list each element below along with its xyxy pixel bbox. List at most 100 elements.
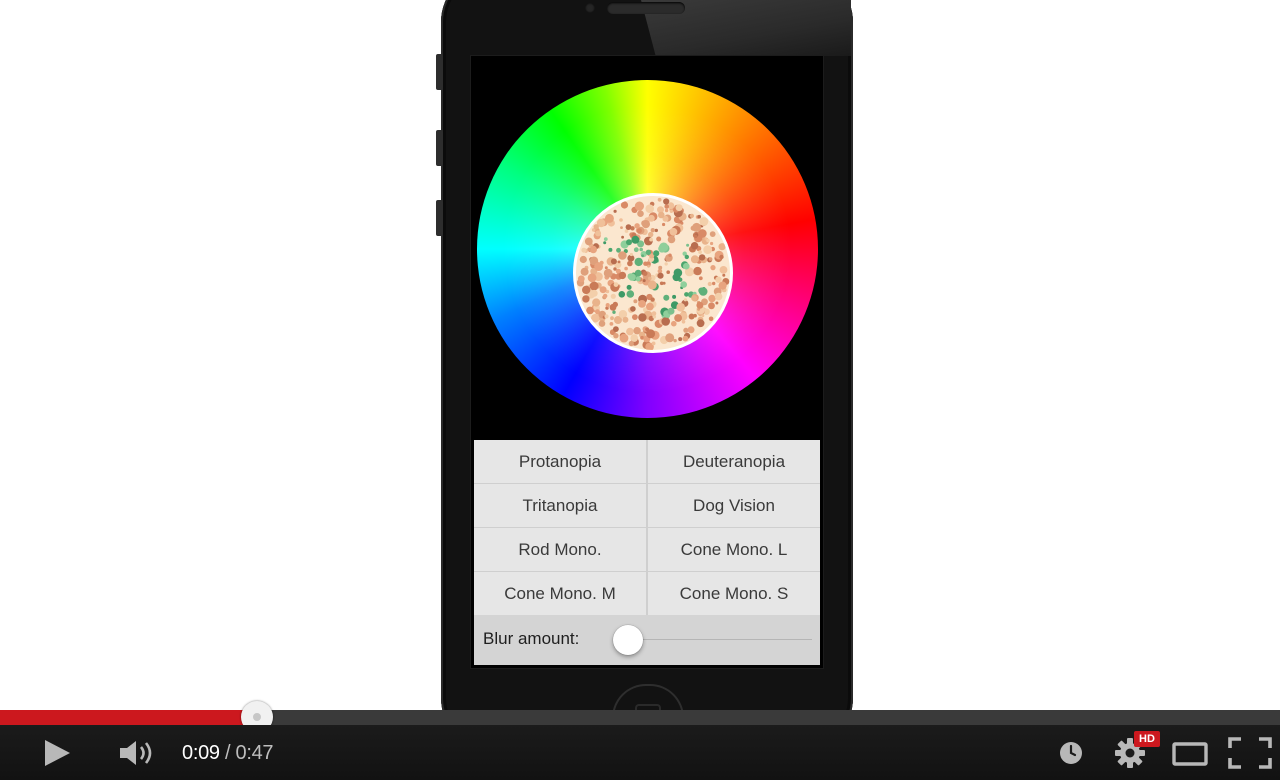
- plate-dot: [638, 313, 647, 322]
- plate-dot: [604, 266, 608, 270]
- plate-dot: [693, 266, 702, 276]
- fullscreen-icon[interactable]: [1228, 737, 1272, 769]
- plate-dot: [628, 273, 636, 281]
- time-display: 0:09 / 0:47: [182, 742, 274, 765]
- plate-dot: [658, 245, 666, 253]
- theater-mode-icon[interactable]: [1172, 742, 1208, 766]
- plate-dot: [589, 281, 599, 291]
- plate-dot: [680, 281, 687, 288]
- protanopia-button[interactable]: Protanopia: [474, 440, 646, 483]
- plate-dot: [719, 266, 728, 274]
- play-icon[interactable]: [42, 738, 72, 768]
- plate-dot: [667, 235, 676, 244]
- plate-dot: [675, 204, 683, 212]
- plate-dot: [633, 299, 638, 304]
- plate-dot: [693, 313, 697, 318]
- plate-dot: [650, 297, 655, 302]
- plate-dot: [642, 279, 646, 283]
- plate-dot: [648, 276, 652, 281]
- blur-control: Blur amount:: [474, 615, 820, 665]
- plate-dot: [649, 237, 653, 242]
- blur-slider-track[interactable]: [624, 639, 812, 640]
- plate-dot: [610, 293, 616, 299]
- plate-dot: [663, 198, 670, 205]
- deuteranopia-button[interactable]: Deuteranopia: [648, 440, 820, 483]
- plate-dot: [579, 255, 587, 264]
- plate-dot: [698, 254, 706, 261]
- plate-dot: [639, 247, 643, 252]
- plate-dot: [625, 224, 632, 230]
- video-frame[interactable]: Protanopia Deuteranopia Tritanopia Dog V…: [0, 0, 1280, 710]
- blur-slider-thumb[interactable]: [613, 625, 643, 655]
- plate-dot: [599, 286, 607, 294]
- plate-dot: [610, 316, 614, 321]
- plate-dot: [595, 230, 602, 237]
- plate-dot: [582, 285, 591, 295]
- plate-dot: [701, 314, 705, 318]
- plate-dot: [708, 257, 713, 261]
- plate-dot: [708, 316, 714, 322]
- watch-later-icon[interactable]: [1059, 741, 1083, 765]
- plate-dot: [672, 273, 681, 282]
- plate-dot: [718, 281, 727, 290]
- plate-dot: [667, 307, 675, 315]
- cone-mono-m-button[interactable]: Cone Mono. M: [474, 572, 646, 615]
- plate-dot: [722, 273, 726, 277]
- plate-dot: [630, 334, 638, 342]
- plate-dot: [657, 197, 662, 202]
- plate-dot: [581, 247, 587, 253]
- plate-dot: [646, 329, 656, 339]
- plate-dot: [683, 262, 690, 270]
- plate-dot: [676, 302, 685, 312]
- plate-dot: [714, 292, 723, 301]
- plate-dot: [663, 294, 670, 301]
- plate-dot: [619, 218, 623, 222]
- plate-dot: [658, 265, 663, 270]
- plate-dot: [618, 251, 627, 260]
- cone-mono-l-button[interactable]: Cone Mono. L: [648, 528, 820, 571]
- plate-dot: [662, 222, 666, 227]
- rod-mono-button[interactable]: Rod Mono.: [474, 528, 646, 571]
- phone-camera: [585, 3, 595, 13]
- blur-amount-label: Blur amount:: [483, 629, 580, 648]
- plate-dot: [672, 294, 677, 299]
- plate-dot: [647, 280, 657, 290]
- plate-dot: [648, 214, 655, 222]
- cone-mono-s-button[interactable]: Cone Mono. S: [648, 572, 820, 615]
- plate-dot: [708, 294, 716, 303]
- plate-dot: [687, 326, 695, 334]
- tritanopia-button[interactable]: Tritanopia: [474, 484, 646, 527]
- plate-dot: [651, 311, 657, 316]
- plate-dot: [587, 247, 592, 252]
- plate-dot: [634, 257, 643, 267]
- plate-dot: [613, 209, 617, 213]
- plate-dot: [699, 217, 709, 226]
- plate-dot: [624, 266, 628, 271]
- plate-dot: [698, 250, 702, 254]
- volume-icon[interactable]: [118, 739, 158, 767]
- player-controls: 0:09 / 0:47 HD: [0, 725, 1280, 780]
- plate-dot: [618, 271, 627, 280]
- plate-dot: [609, 322, 614, 326]
- progress-played: [0, 710, 258, 725]
- plate-dot: [698, 276, 703, 281]
- plate-dot: [626, 239, 632, 246]
- plate-dot: [691, 295, 698, 302]
- plate-dot: [665, 333, 675, 343]
- plate-dot: [650, 228, 655, 233]
- dog-vision-button[interactable]: Dog Vision: [648, 484, 820, 527]
- plate-dot: [634, 223, 640, 229]
- plate-dot: [669, 209, 674, 213]
- plate-dot: [626, 284, 632, 290]
- plate-dot: [630, 306, 636, 312]
- plate-dot: [591, 313, 600, 323]
- phone-screen: Protanopia Deuteranopia Tritanopia Dog V…: [470, 55, 824, 669]
- plate-dot: [604, 314, 609, 319]
- plate-dot: [620, 226, 623, 229]
- plate-dot: [694, 234, 698, 239]
- plate-dot: [669, 227, 678, 236]
- plate-dot: [637, 210, 644, 217]
- plate-dot: [646, 302, 654, 311]
- plate-dot: [620, 201, 629, 209]
- plate-dot: [658, 211, 665, 219]
